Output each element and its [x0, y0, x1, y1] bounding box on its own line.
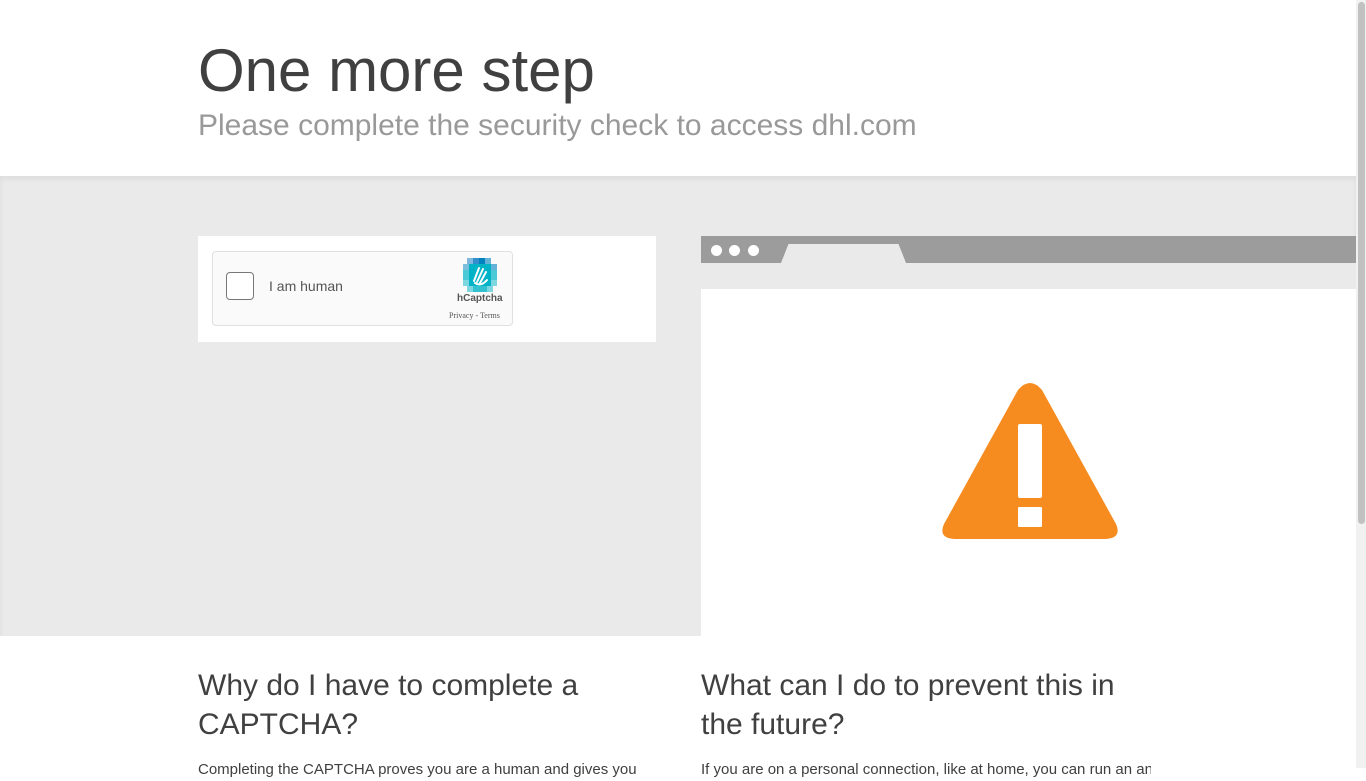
browser-tab [781, 244, 906, 263]
privacy-link[interactable]: Privacy [449, 311, 473, 320]
hcaptcha-logo-icon [463, 258, 497, 292]
human-checkbox-label[interactable]: I am human [269, 278, 343, 294]
hcaptcha-widget: I am human hCaptcha Privacy - Terms [212, 251, 513, 326]
browser-toolbar [701, 263, 1356, 289]
page-title: One more step [198, 37, 595, 104]
browser-illustration [701, 236, 1356, 636]
window-dot-icon [711, 245, 722, 256]
terms-link[interactable]: Terms [480, 311, 500, 320]
browser-title-bar [701, 236, 1356, 263]
page-subtitle: Please complete the security check to ac… [198, 109, 917, 142]
scrollbar-thumb[interactable] [1358, 2, 1365, 524]
window-dot-icon [729, 245, 740, 256]
prevent-text: If you are on a personal connection, lik… [701, 761, 1151, 778]
link-separator: - [475, 311, 479, 320]
hcaptcha-brand: hCaptcha [457, 293, 503, 304]
prevent-heading: What can I do to prevent this in the fut… [701, 669, 1115, 741]
human-checkbox[interactable] [226, 272, 254, 300]
why-heading: Why do I have to complete a CAPTCHA? [198, 669, 579, 741]
hcaptcha-links: Privacy - Terms [449, 311, 500, 320]
why-text: Completing the CAPTCHA proves you are a … [198, 761, 637, 778]
page-header: One more step Please complete the securi… [0, 0, 1356, 176]
window-dot-icon [748, 245, 759, 256]
captcha-card: I am human hCaptcha Privacy - Terms [198, 236, 656, 342]
warning-triangle-icon [942, 383, 1118, 539]
